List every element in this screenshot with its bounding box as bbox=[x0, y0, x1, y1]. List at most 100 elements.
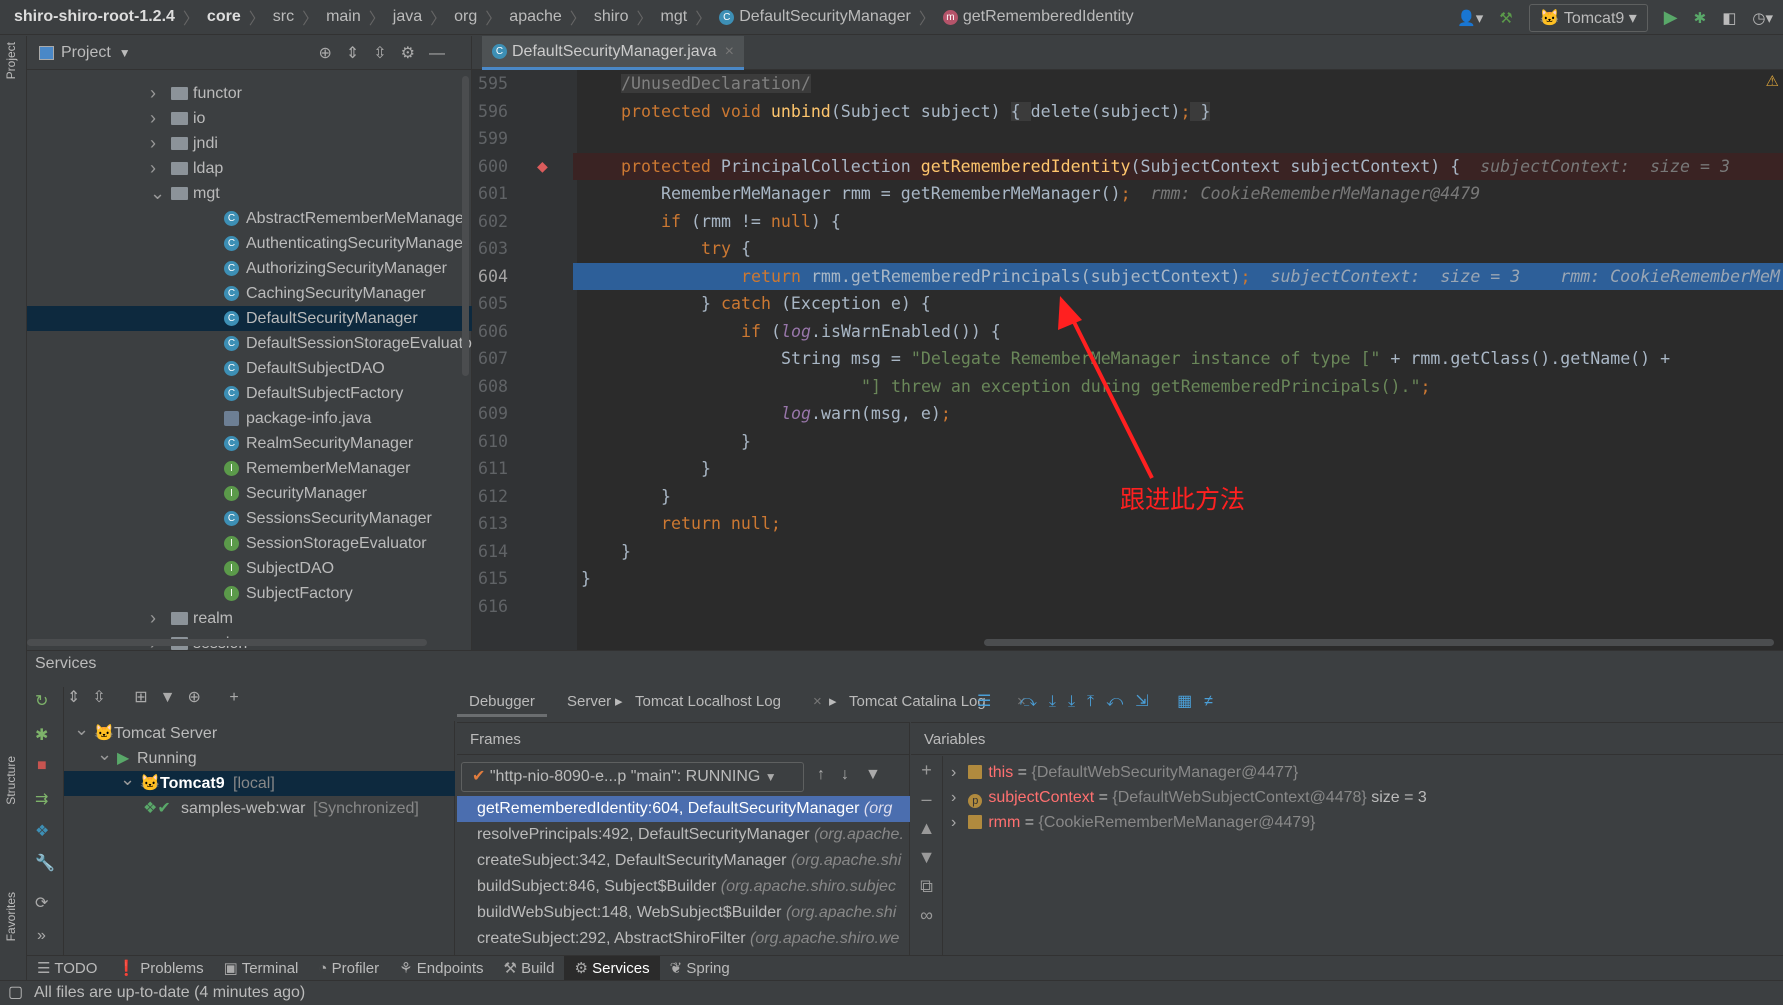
project-tree-item[interactable]: package-info.java bbox=[27, 406, 472, 431]
breadcrumb-item[interactable]: apache bbox=[509, 8, 562, 26]
breadcrumb-item[interactable]: main bbox=[326, 8, 361, 26]
bottom-tab-terminal[interactable]: ▣ Terminal bbox=[214, 956, 309, 981]
project-toolbar-icons[interactable]: ⊕⇕⇳⚙— bbox=[318, 43, 459, 63]
stop-icon[interactable]: ■ bbox=[37, 757, 47, 775]
deploy-icon[interactable]: ⇉ bbox=[35, 789, 48, 809]
variables-side-toolbar[interactable]: + – ▲ ▼ ⧉ ∞ bbox=[911, 756, 943, 956]
artifacts-icon[interactable]: ❖ bbox=[35, 821, 49, 841]
stepping-toolbar[interactable]: ☰ ⤼⤓⤓⤒⤺⇲ ▦≠ bbox=[977, 691, 1225, 711]
chevron-down-icon[interactable]: ▼ bbox=[119, 46, 131, 60]
code-line[interactable]: 603 try { bbox=[472, 235, 1783, 262]
favorites-tool-tab[interactable]: Favorites bbox=[4, 892, 18, 941]
breadcrumb-item[interactable]: src bbox=[273, 8, 294, 26]
project-vscrollbar[interactable] bbox=[462, 76, 469, 376]
project-tree-item[interactable]: C CachingSecurityManager bbox=[27, 281, 472, 306]
frame-item[interactable]: buildWebSubject:148, WebSubject$Builder … bbox=[457, 900, 910, 926]
breakpoint-icon[interactable]: ◆ bbox=[537, 153, 548, 180]
chevron-down-icon[interactable]: ⌄ bbox=[74, 717, 89, 742]
code-line[interactable]: 605} catch (Exception e) { bbox=[472, 290, 1783, 317]
build-hammer-icon[interactable]: ⚒ bbox=[1499, 9, 1512, 27]
code-line[interactable]: 599 bbox=[472, 125, 1783, 152]
variable-item[interactable]: › this = {DefaultWebSecurityManager@4477} bbox=[951, 760, 1298, 785]
debugger-tab[interactable]: Debugger bbox=[457, 687, 547, 717]
code-line[interactable]: 601 RememberMeManager rmm = getRememberMe… bbox=[472, 180, 1783, 207]
breadcrumb-item[interactable]: shiro-shiro-root-1.2.4 bbox=[14, 8, 175, 26]
project-tree-item[interactable]: C AuthenticatingSecurityManager bbox=[27, 231, 472, 256]
profile-icon[interactable]: ◷▾ bbox=[1752, 9, 1773, 27]
code-line[interactable]: 615} bbox=[472, 565, 1783, 592]
project-tree-item[interactable]: › realm bbox=[27, 606, 472, 631]
project-tree-item[interactable]: C AbstractRememberMeManager bbox=[27, 206, 472, 231]
user-icon[interactable]: 👤▾ bbox=[1457, 9, 1483, 27]
editor-hscrollbar[interactable] bbox=[984, 639, 1774, 646]
refresh-icon[interactable]: ⟳ bbox=[35, 893, 48, 913]
service-tree-item[interactable]: ❖✔ samples-web:war [Synchronized] bbox=[64, 796, 455, 821]
project-tree-item[interactable]: I RememberMeManager bbox=[27, 456, 472, 481]
code-line[interactable]: 600 protected PrincipalCollection getReme… bbox=[478, 152, 1783, 180]
breadcrumb-item[interactable]: shiro bbox=[594, 8, 629, 26]
code-line[interactable]: 596 protected void unbind(Subject subject… bbox=[472, 98, 1783, 125]
project-tree-item[interactable]: C DefaultSubjectFactory bbox=[27, 381, 472, 406]
debug-icon[interactable]: ✱ bbox=[1694, 9, 1707, 27]
close-tab-icon[interactable]: × bbox=[813, 687, 822, 717]
thread-select[interactable]: ✔ "http-nio-8090-e...p "main": RUNNING ▼ bbox=[461, 762, 804, 792]
breadcrumb-item[interactable]: DefaultSecurityManager bbox=[739, 8, 911, 26]
frame-item[interactable]: createSubject:292, AbstractShiroFilter (… bbox=[457, 926, 910, 952]
chevron-right-icon[interactable]: › bbox=[150, 606, 156, 631]
bottom-tab-spring[interactable]: ❦ Spring bbox=[660, 956, 740, 981]
bottom-tab-todo[interactable]: ☰ TODO bbox=[27, 956, 107, 981]
project-tree-item[interactable]: I SessionStorageEvaluator bbox=[27, 531, 472, 556]
project-tree-item[interactable]: I SubjectFactory bbox=[27, 581, 472, 606]
chevron-right-icon[interactable]: › bbox=[150, 131, 156, 156]
code-line[interactable]: 609 log.warn(msg, e); bbox=[472, 400, 1783, 427]
project-tree-item[interactable]: C DefaultSessionStorageEvaluator bbox=[27, 331, 477, 356]
close-tab-icon[interactable]: × bbox=[725, 43, 734, 61]
code-line[interactable]: 606 if (log.isWarnEnabled()) { bbox=[472, 318, 1783, 345]
settings-wrench-icon[interactable]: 🔧 bbox=[35, 853, 55, 873]
warning-icon[interactable]: ⚠ bbox=[1766, 72, 1779, 90]
project-tree-item[interactable]: I SubjectDAO bbox=[27, 556, 472, 581]
frame-item[interactable]: getRememberedIdentity:604, DefaultSecuri… bbox=[457, 796, 910, 822]
project-tree-item[interactable]: C AuthorizingSecurityManager bbox=[27, 256, 472, 281]
chevron-right-icon[interactable]: › bbox=[150, 106, 156, 131]
bottom-tab-profiler[interactable]: ◔ Profiler bbox=[308, 956, 389, 981]
coverage-icon[interactable]: ◧ bbox=[1722, 9, 1736, 27]
project-tree-item[interactable]: › jndi bbox=[27, 131, 472, 156]
chevron-right-icon[interactable]: › bbox=[951, 764, 956, 781]
bottom-tab-problems[interactable]: ❗ Problems bbox=[107, 956, 213, 981]
services-toolbar[interactable]: ⇕⇳ ⊞▼⊕ + bbox=[67, 687, 251, 707]
service-tree-item[interactable]: ⌄ 🐱 Tomcat9 [local] bbox=[64, 769, 455, 796]
chevron-down-icon[interactable]: ⌄ bbox=[97, 742, 112, 767]
more-icon[interactable]: » bbox=[37, 927, 46, 945]
debugger-tab[interactable]: Tomcat Localhost Log bbox=[635, 687, 781, 717]
chevron-right-icon[interactable]: › bbox=[951, 789, 956, 806]
project-tree-item[interactable]: C RealmSecurityManager bbox=[27, 431, 472, 456]
service-tree-item[interactable]: ⌄ 🐱 Tomcat Server bbox=[64, 719, 455, 746]
variable-item[interactable]: › rmm = {CookieRememberMeManager@4479} bbox=[951, 810, 1315, 835]
debug-icon[interactable]: ✱ bbox=[35, 725, 48, 745]
debugger-tab[interactable]: Tomcat Catalina Log bbox=[849, 687, 986, 717]
bottom-tab-build[interactable]: ⚒ Build bbox=[493, 956, 564, 981]
project-tree-item[interactable]: C DefaultSubjectDAO bbox=[27, 356, 472, 381]
frame-item[interactable]: buildSubject:846, Subject$Builder (org.a… bbox=[457, 874, 910, 900]
variable-item[interactable]: › p subjectContext = {DefaultWebSubjectCon… bbox=[951, 785, 1427, 810]
breadcrumb-item[interactable]: mgt bbox=[661, 8, 688, 26]
project-tool-tab[interactable]: Project bbox=[4, 42, 18, 79]
frame-item[interactable]: createSubject:342, DefaultSecurityManage… bbox=[457, 848, 910, 874]
bottom-tab-services[interactable]: ⚙ Services bbox=[564, 955, 660, 981]
code-line[interactable]: 595/UnusedDeclaration/ bbox=[472, 70, 1783, 97]
chevron-down-icon[interactable]: ⌄ bbox=[150, 181, 165, 206]
code-editor[interactable]: C DefaultSecurityManager.java × 595/Unused… bbox=[472, 36, 1783, 650]
code-line[interactable]: 610} bbox=[472, 428, 1783, 455]
code-line[interactable]: 604 return rmm.getRememberedPrincipals(su… bbox=[478, 262, 1783, 290]
frame-item[interactable]: resolvePrincipals:492, DefaultSecurityMa… bbox=[457, 822, 910, 848]
frame-nav-icons[interactable]: ↑↓▼ bbox=[817, 766, 897, 784]
breadcrumb-item[interactable]: java bbox=[393, 8, 422, 26]
code-line[interactable]: 608 "] threw an exception during getRemem… bbox=[472, 373, 1783, 400]
project-tree-item[interactable]: › ldap bbox=[27, 156, 472, 181]
chevron-right-icon[interactable]: › bbox=[150, 81, 156, 106]
code-line[interactable]: 614} bbox=[472, 538, 1783, 565]
project-tree-item[interactable]: I SecurityManager bbox=[27, 481, 472, 506]
chevron-right-icon[interactable]: › bbox=[951, 814, 956, 831]
debugger-tab[interactable]: Server bbox=[567, 687, 611, 717]
